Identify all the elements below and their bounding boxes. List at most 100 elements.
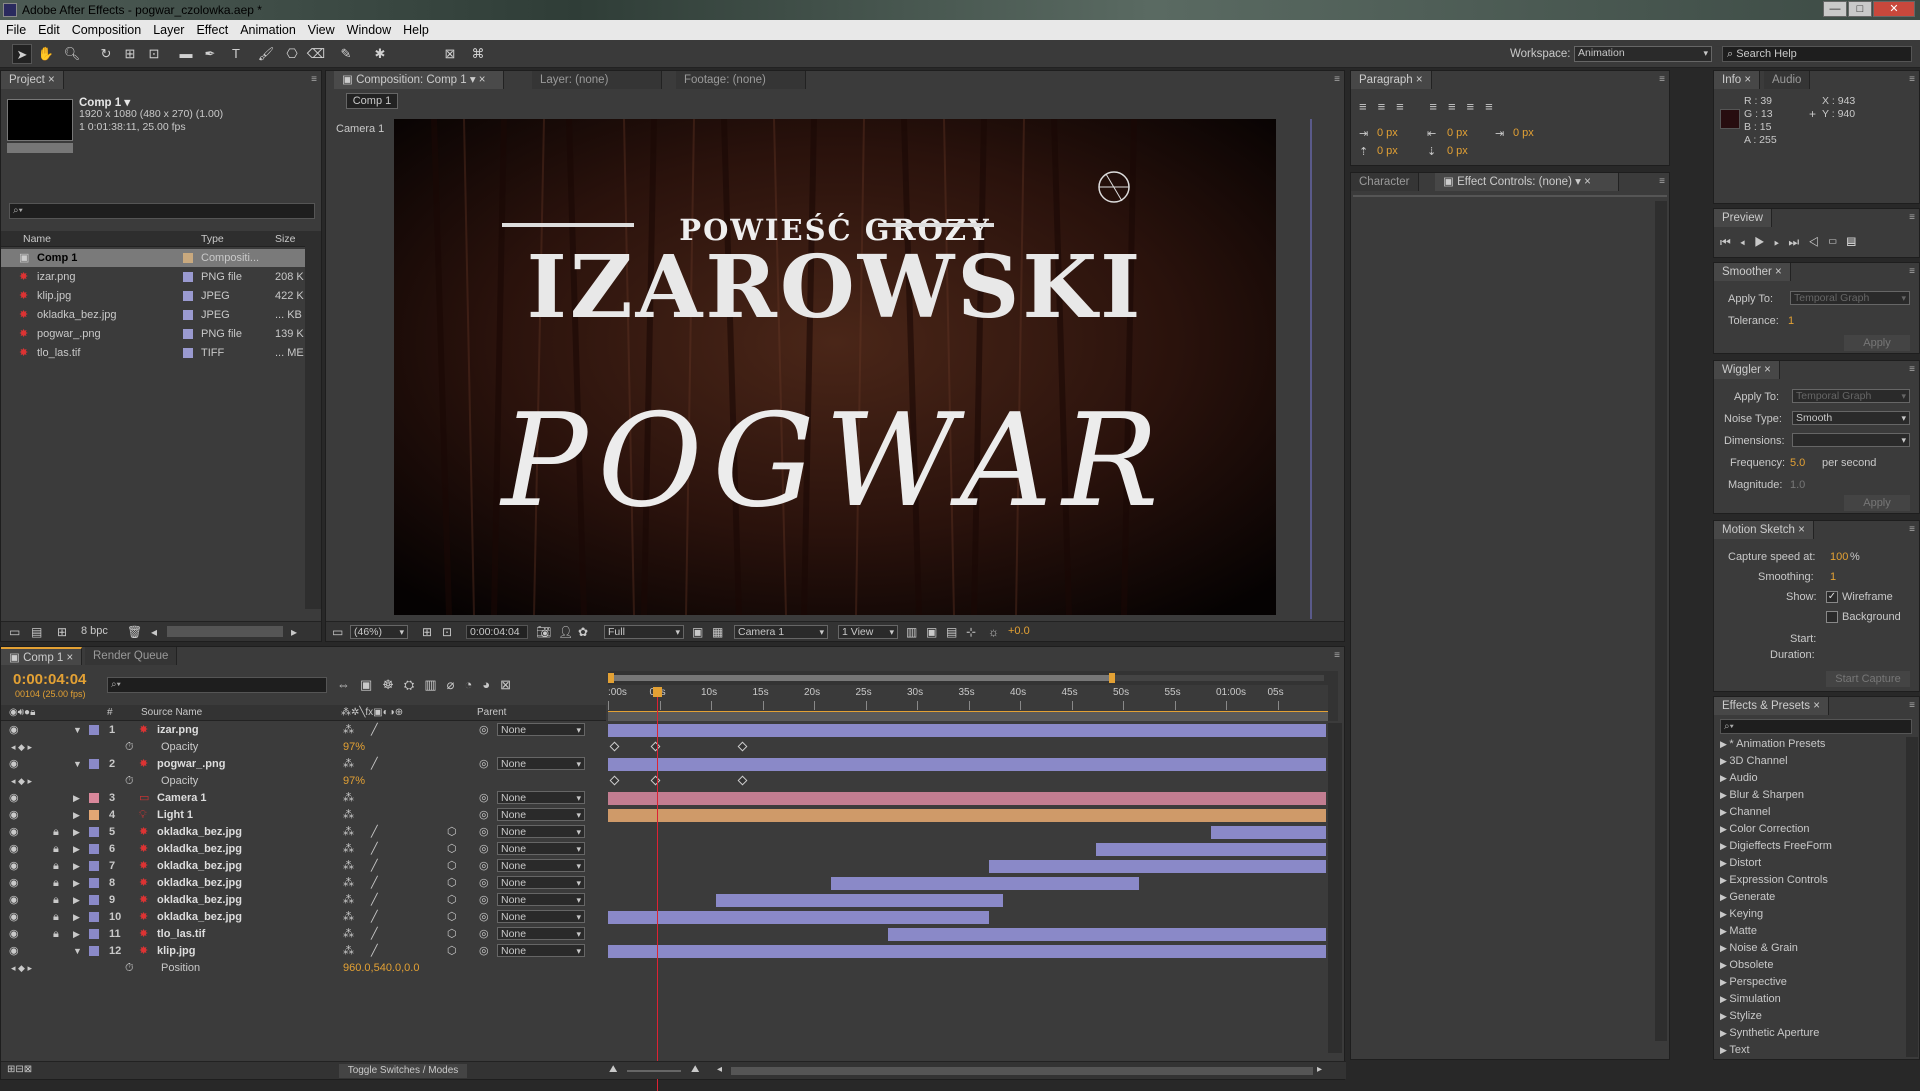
camera-view-select[interactable]: Camera 1 bbox=[734, 625, 828, 639]
brush-tool-icon[interactable]: 🖌︎ bbox=[256, 44, 276, 64]
parent-pickwhip-icon[interactable]: ◎ bbox=[479, 842, 489, 856]
navigator-start-handle[interactable] bbox=[608, 673, 614, 683]
time-navigator-range[interactable] bbox=[608, 675, 1112, 681]
parent-pickwhip-icon[interactable]: ◎ bbox=[479, 723, 489, 737]
space-before-value[interactable]: 0 px bbox=[1377, 145, 1398, 157]
parent-select[interactable]: None bbox=[497, 893, 585, 906]
menu-effect[interactable]: Effect bbox=[190, 20, 234, 40]
quality-switch-icon[interactable]: ╱ bbox=[371, 842, 378, 856]
parent-pickwhip-icon[interactable]: ◎ bbox=[479, 944, 489, 958]
playhead-handle[interactable] bbox=[653, 687, 662, 697]
parent-pickwhip-icon[interactable]: ◎ bbox=[479, 876, 489, 890]
tab-effect-controls[interactable]: ▣ Effect Controls: (none) ▾ × bbox=[1435, 173, 1619, 191]
tab-render-queue[interactable]: Render Queue bbox=[85, 647, 178, 665]
layer-label-swatch[interactable] bbox=[89, 861, 99, 871]
expand-triangle-icon[interactable]: ▼ bbox=[73, 723, 82, 737]
effect-category[interactable]: ▶ Distort bbox=[1720, 856, 1761, 870]
layer-row[interactable]: ◉ 🔒︎ ▶ 5 ✸ okladka_bez.jpg ⁂ ╱ ⬡ ◎ None bbox=[1, 825, 606, 839]
parent-select[interactable]: None bbox=[497, 944, 585, 957]
show-channel-icon[interactable]: ✿ bbox=[578, 625, 588, 639]
tolerance-value[interactable]: 1 bbox=[1788, 315, 1794, 327]
expand-triangle-icon[interactable]: ▶ bbox=[1720, 824, 1729, 834]
expand-triangle-icon[interactable]: ▶ bbox=[73, 859, 80, 873]
shy-switch-icon[interactable]: ⁂ bbox=[343, 825, 354, 839]
expand-triangle-icon[interactable]: ▼ bbox=[73, 757, 82, 771]
layer-row[interactable]: ◉ ▼ 12 ✸ klip.jpg ⁂ ╱ ⬡ ◎ None bbox=[1, 944, 606, 958]
quality-switch-icon[interactable]: ╱ bbox=[371, 723, 378, 737]
layer-name[interactable]: pogwar_.png bbox=[157, 757, 225, 771]
wireframe-checkbox[interactable]: ✓ bbox=[1826, 591, 1838, 603]
expand-triangle-icon[interactable]: ▶ bbox=[1720, 773, 1729, 783]
stopwatch-icon[interactable]: ⏱ bbox=[125, 740, 134, 754]
preview-controls[interactable]: ⏮◂▶▸⏭◁▭▤ bbox=[1720, 235, 1865, 250]
lock-icon[interactable]: 🔒︎ bbox=[53, 927, 59, 941]
project-item[interactable]: ✸ pogwar_.png PNG file 139 K bbox=[1, 325, 305, 343]
layer-duration-bar[interactable] bbox=[608, 758, 1326, 771]
project-scrollbar[interactable] bbox=[305, 231, 321, 609]
quality-switch-icon[interactable]: ╱ bbox=[371, 825, 378, 839]
wiggler-apply-to-select[interactable]: Temporal Graph bbox=[1792, 389, 1910, 403]
smoother-apply-button[interactable]: Apply bbox=[1844, 335, 1910, 351]
layer-label-swatch[interactable] bbox=[89, 827, 99, 837]
shy-switch-icon[interactable]: ⁂ bbox=[343, 791, 354, 805]
panel-menu-icon[interactable]: ≡ bbox=[1909, 212, 1915, 223]
layer-row[interactable]: ◉ 🔒︎ ▶ 11 ✸ tlo_las.tif ⁂ ╱ ⬡ ◎ None bbox=[1, 927, 606, 941]
timeline-zoom-slider[interactable] bbox=[627, 1070, 681, 1072]
effect-category[interactable]: ▶ Simulation bbox=[1720, 992, 1781, 1006]
eraser-tool-icon[interactable]: ⌫ bbox=[306, 44, 326, 64]
timeline-hscrollbar[interactable] bbox=[731, 1067, 1313, 1075]
3d-layer-switch-icon[interactable]: ⬡ bbox=[447, 944, 457, 958]
layer-label-swatch[interactable] bbox=[89, 895, 99, 905]
visibility-eye-icon[interactable]: ◉ bbox=[9, 910, 19, 924]
expand-triangle-icon[interactable]: ▶ bbox=[1720, 960, 1729, 970]
parent-select[interactable]: None bbox=[497, 808, 585, 821]
tab-paragraph[interactable]: Paragraph × bbox=[1351, 71, 1432, 89]
minimize-button[interactable]: — bbox=[1823, 1, 1847, 17]
effect-category[interactable]: ▶ Synthetic Aperture bbox=[1720, 1026, 1819, 1040]
wiggler-apply-button[interactable]: Apply bbox=[1844, 495, 1910, 511]
zoom-in-icon[interactable]: ⛰ bbox=[691, 1064, 699, 1075]
scroll-left-icon[interactable]: ◂ bbox=[717, 1064, 722, 1075]
effect-category[interactable]: ▶ Blur & Sharpen bbox=[1720, 788, 1804, 802]
layer-name[interactable]: okladka_bez.jpg bbox=[157, 893, 242, 907]
keyframe[interactable] bbox=[609, 741, 620, 752]
effect-category[interactable]: ▶ Stylize bbox=[1720, 1009, 1762, 1023]
workspace-select[interactable]: Animation bbox=[1574, 46, 1712, 62]
clone-stamp-tool-icon[interactable]: ⎔ bbox=[282, 44, 302, 64]
layer-name[interactable]: okladka_bez.jpg bbox=[157, 910, 242, 924]
parent-select[interactable]: None bbox=[497, 791, 585, 804]
layer-label-swatch[interactable] bbox=[89, 929, 99, 939]
layer-label-swatch[interactable] bbox=[89, 912, 99, 922]
scroll-right-icon[interactable]: ▸ bbox=[1317, 1064, 1322, 1075]
smoothing-value[interactable]: 1 bbox=[1830, 571, 1836, 583]
current-time-indicator[interactable] bbox=[657, 691, 658, 1091]
pan-behind-tool-icon[interactable]: ⊡ bbox=[144, 44, 164, 64]
panel-menu-icon[interactable]: ≡ bbox=[311, 74, 317, 85]
expand-triangle-icon[interactable]: ▶ bbox=[1720, 943, 1729, 953]
effect-category[interactable]: ▶ Expression Controls bbox=[1720, 873, 1828, 887]
expand-triangle-icon[interactable]: ▶ bbox=[73, 842, 80, 856]
layer-duration-bar[interactable] bbox=[608, 809, 1326, 822]
panel-menu-icon[interactable]: ≡ bbox=[1334, 74, 1340, 85]
work-area-bar[interactable] bbox=[608, 711, 1328, 721]
parent-pickwhip-icon[interactable]: ◎ bbox=[479, 910, 489, 924]
delete-icon[interactable]: 🗑︎ bbox=[127, 625, 142, 639]
tab-footage[interactable]: Footage: (none) bbox=[676, 71, 806, 89]
exposure-value[interactable]: +0.0 bbox=[1008, 625, 1030, 637]
visibility-eye-icon[interactable]: ◉ bbox=[9, 757, 19, 771]
timeline-tracks[interactable] bbox=[608, 723, 1328, 1043]
layer-row[interactable]: ◉ 🔒︎ ▶ 9 ✸ okladka_bez.jpg ⁂ ╱ ⬡ ◎ None bbox=[1, 893, 606, 907]
exposure-icon[interactable]: ☼ bbox=[988, 625, 999, 639]
keyframe-navigator-icon[interactable]: ◂ ◆ ▸ bbox=[11, 961, 32, 975]
selection-tool-icon[interactable]: ➤ bbox=[12, 44, 32, 64]
quality-switch-icon[interactable]: ╱ bbox=[371, 876, 378, 890]
tab-info[interactable]: Info × bbox=[1714, 71, 1761, 89]
noise-type-select[interactable]: Smooth bbox=[1792, 411, 1910, 425]
fast-previews-icon[interactable]: ▣ bbox=[692, 625, 703, 639]
time-ruler[interactable]: :00s 05s 10s 15s 20s 25s 30s 35s 40s 45s 50s 55s 01:… bbox=[608, 685, 1328, 711]
project-item[interactable]: ✸ okladka_bez.jpg JPEG ... KB bbox=[1, 306, 305, 324]
project-item[interactable]: ✸ tlo_las.tif TIFF ... ME bbox=[1, 344, 305, 362]
col-type[interactable]: Type bbox=[201, 233, 224, 245]
maximize-button[interactable]: □ bbox=[1848, 1, 1872, 17]
bpc-label[interactable]: 8 bpc bbox=[81, 625, 108, 637]
